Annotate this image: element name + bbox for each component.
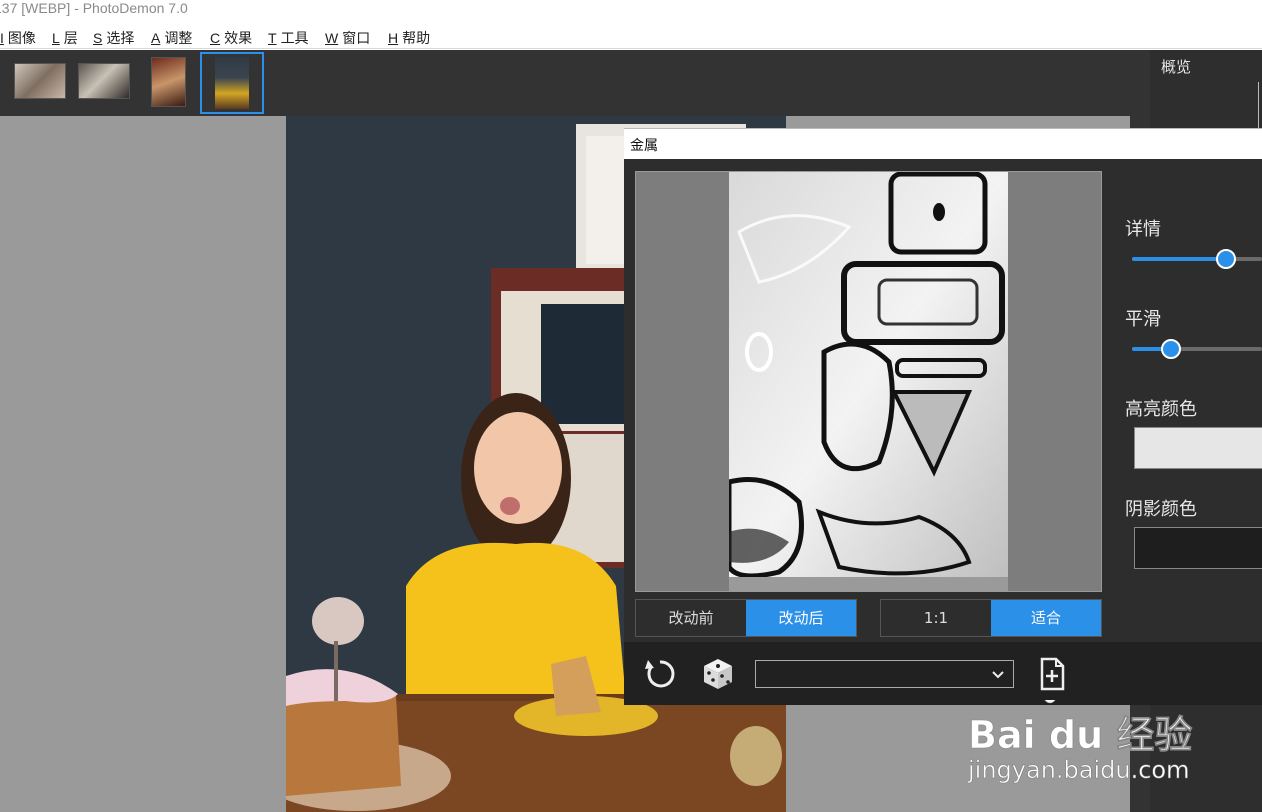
title-bar: 137 [WEBP] - PhotoDemon 7.0 — [0, 0, 1262, 24]
image-tab-thumbnail[interactable] — [14, 63, 66, 99]
before-button[interactable]: 改动前 — [636, 600, 746, 636]
overview-label: 概览 — [1161, 58, 1192, 76]
dialog-title-bar: 金属 — [624, 129, 1262, 159]
image-tab-thumbnail-active[interactable] — [200, 52, 264, 114]
chevron-down-icon — [992, 671, 1004, 679]
menu-bar: I 图像 L层 S 选择 A 调整 C 效果 T 工具 W 窗口 H 帮助 — [0, 25, 1262, 49]
zoom-1to1-button[interactable]: 1:1 — [881, 600, 991, 636]
menu-tools[interactable]: T 工具 — [268, 28, 309, 48]
dialog-command-bar — [624, 642, 1262, 705]
highlight-color-label: 高亮颜色 — [1125, 399, 1197, 420]
detail-slider[interactable] — [1132, 249, 1262, 269]
shadow-color-label: 阴影颜色 — [1125, 499, 1197, 520]
zoom-fit-button[interactable]: 适合 — [991, 600, 1101, 636]
before-after-toggle: 改动前 改动后 — [635, 599, 857, 637]
menu-effects[interactable]: C 效果 — [210, 28, 252, 48]
menu-window[interactable]: W 窗口 — [325, 28, 370, 48]
zoom-toggle: 1:1 适合 — [880, 599, 1102, 637]
randomize-button[interactable] — [700, 656, 736, 692]
menu-adjust[interactable]: A 调整 — [151, 28, 192, 48]
menu-layer[interactable]: L层 — [52, 28, 78, 48]
dice-icon — [704, 659, 732, 689]
dialog-title: 金属 — [630, 138, 658, 154]
reset-icon — [645, 660, 675, 688]
image-tab-thumbnail[interactable] — [78, 63, 130, 99]
menu-select[interactable]: S 选择 — [93, 28, 134, 48]
after-button[interactable]: 改动后 — [746, 600, 856, 636]
effect-preview[interactable] — [635, 171, 1102, 592]
highlight-color-swatch[interactable] — [1134, 427, 1262, 469]
smooth-label: 平滑 — [1125, 309, 1161, 330]
add-preset-button[interactable] — [1034, 656, 1070, 692]
preset-dropdown[interactable] — [755, 660, 1014, 688]
menu-help[interactable]: H 帮助 — [388, 28, 430, 48]
shadow-color-swatch[interactable] — [1134, 527, 1262, 569]
detail-slider-fill — [1132, 257, 1226, 261]
image-tabs-strip — [0, 50, 1150, 116]
image-tab-thumbnail[interactable] — [151, 57, 186, 107]
menu-image[interactable]: I 图像 — [0, 28, 36, 48]
add-file-icon — [1040, 657, 1065, 691]
metal-effect-dialog: 金属 改动前 改动后 1:1 适合 详情 平滑 高亮颜色 阴影颜色 — [624, 128, 1262, 705]
reset-button[interactable] — [642, 656, 678, 692]
detail-slider-knob[interactable] — [1216, 249, 1236, 269]
window-title: 137 [WEBP] - PhotoDemon 7.0 — [0, 0, 188, 16]
detail-label: 详情 — [1125, 219, 1161, 240]
smooth-slider-knob[interactable] — [1161, 339, 1181, 359]
metal-preview-image — [729, 172, 1008, 591]
smooth-slider[interactable] — [1132, 339, 1262, 359]
